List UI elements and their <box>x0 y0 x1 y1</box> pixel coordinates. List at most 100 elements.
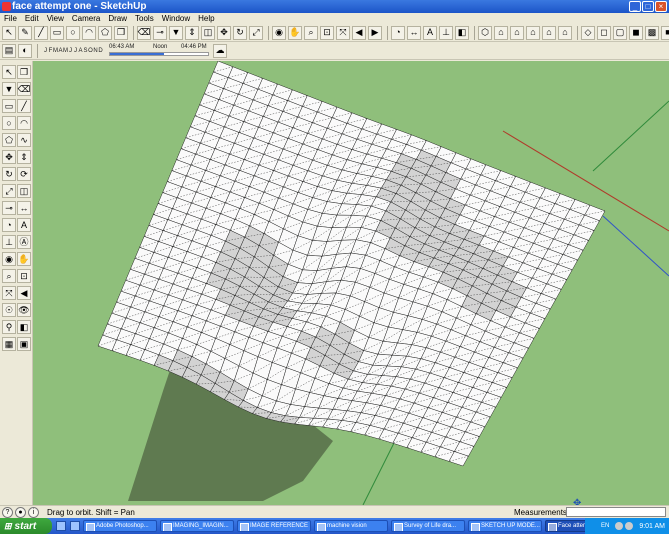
circle-icon[interactable]: ○ <box>66 25 80 40</box>
menu-camera[interactable]: Camera <box>68 14 104 23</box>
protractor-icon[interactable]: ◔ <box>391 25 405 40</box>
3d-text-icon[interactable]: Ⓐ <box>17 235 31 249</box>
axes-icon[interactable]: ⊥ <box>439 25 453 40</box>
monochrome-icon[interactable]: ■ <box>661 25 669 40</box>
language-indicator[interactable]: EN <box>601 523 609 529</box>
orbit-icon[interactable]: ◉ <box>272 25 286 40</box>
quick-launch-desktop-icon[interactable] <box>70 521 80 531</box>
zoom-window-icon[interactable]: ⊡ <box>320 25 334 40</box>
month-12[interactable]: D <box>98 48 103 54</box>
dimension-icon[interactable]: ↔ <box>17 201 31 215</box>
push-pull-icon[interactable]: ⇕ <box>185 25 199 40</box>
make-component-icon[interactable]: ❒ <box>17 65 31 79</box>
maximize-button[interactable]: □ <box>642 1 654 12</box>
menu-edit[interactable]: Edit <box>21 14 43 23</box>
dimension-icon[interactable]: ↔ <box>407 25 421 40</box>
make-component-icon[interactable]: ❒ <box>114 25 128 40</box>
arc-icon[interactable]: ◠ <box>82 25 96 40</box>
text-icon[interactable]: A <box>423 25 437 40</box>
position-camera-icon[interactable]: ☉ <box>2 303 16 317</box>
close-button[interactable]: × <box>655 1 667 12</box>
zoom-extents-icon[interactable]: ⤧ <box>336 25 350 40</box>
taskbar-task[interactable]: IMAGING_IMAGIN... <box>160 520 234 532</box>
3d-scene[interactable] <box>33 61 669 505</box>
line-icon[interactable]: ╱ <box>34 25 48 40</box>
line-icon[interactable]: ╱ <box>17 99 31 113</box>
zoom-extents-icon[interactable]: ⤧ <box>2 286 16 300</box>
menu-tools[interactable]: Tools <box>131 14 158 23</box>
rotate-icon[interactable]: ↻ <box>2 167 16 181</box>
pan-icon[interactable]: ✋ <box>288 25 302 40</box>
menu-draw[interactable]: Draw <box>104 14 131 23</box>
pencil-icon[interactable]: ✎ <box>18 25 32 40</box>
credits-icon[interactable]: i <box>28 507 39 518</box>
eraser-icon[interactable]: ⌫ <box>17 82 31 96</box>
front-view-icon[interactable]: ⌂ <box>510 25 524 40</box>
offset-icon[interactable]: ◫ <box>17 184 31 198</box>
shadow-time-slider[interactable]: 06:43 AM Noon 04:46 PM <box>109 44 209 58</box>
section-plane-icon[interactable]: ◧ <box>455 25 469 40</box>
hidden-line-icon[interactable]: ▢ <box>613 25 627 40</box>
offset-icon[interactable]: ◫ <box>201 25 215 40</box>
menu-help[interactable]: Help <box>194 14 218 23</box>
previous-view-icon[interactable]: ◀ <box>352 25 366 40</box>
menu-window[interactable]: Window <box>158 14 194 23</box>
right-view-icon[interactable]: ⌂ <box>526 25 540 40</box>
zoom-window-icon[interactable]: ⊡ <box>17 269 31 283</box>
polygon-icon[interactable]: ⬠ <box>2 133 16 147</box>
move-icon[interactable]: ✥ <box>2 150 16 164</box>
back-view-icon[interactable]: ⌂ <box>542 25 556 40</box>
polygon-icon[interactable]: ⬠ <box>98 25 112 40</box>
freehand-icon[interactable]: ∿ <box>17 133 31 147</box>
iso-view-icon[interactable]: ⬡ <box>478 25 492 40</box>
push-pull-icon[interactable]: ⇕ <box>17 150 31 164</box>
zoom-icon[interactable]: ⌕ <box>2 269 16 283</box>
section-plane-icon[interactable]: ◧ <box>17 320 31 334</box>
component-icon[interactable]: ▣ <box>17 337 31 351</box>
menu-view[interactable]: View <box>43 14 68 23</box>
drawing-viewport[interactable]: ✥ <box>33 61 669 505</box>
quick-launch-ie-icon[interactable] <box>56 521 66 531</box>
menu-file[interactable]: File <box>0 14 21 23</box>
pan-icon[interactable]: ✋ <box>17 252 31 266</box>
circle-icon[interactable]: ○ <box>2 116 16 130</box>
taskbar-task[interactable]: Adobe Photoshop... <box>83 520 157 532</box>
arc-icon[interactable]: ◠ <box>17 116 31 130</box>
move-icon[interactable]: ✥ <box>217 25 231 40</box>
rectangle-icon[interactable]: ▭ <box>50 25 64 40</box>
start-button[interactable]: ⊞ start <box>0 518 52 534</box>
wireframe-icon[interactable]: ◻ <box>597 25 611 40</box>
taskbar-task[interactable]: machine vision <box>314 520 388 532</box>
network-icon[interactable] <box>615 522 624 530</box>
taskbar-task[interactable]: Survey of Life dra... <box>391 520 465 532</box>
shadow-time-track[interactable] <box>109 51 209 56</box>
scale-icon[interactable]: ⤢ <box>2 184 16 198</box>
sandbox-icon[interactable]: ▦ <box>2 337 16 351</box>
paint-bucket-icon[interactable]: ▼ <box>169 25 183 40</box>
left-view-icon[interactable]: ⌂ <box>558 25 572 40</box>
xray-icon[interactable]: ◇ <box>581 25 595 40</box>
zoom-icon[interactable]: ⌕ <box>304 25 318 40</box>
rectangle-icon[interactable]: ▭ <box>2 99 16 113</box>
walk-icon[interactable]: ⚲ <box>2 320 16 334</box>
minimize-button[interactable]: _ <box>629 1 641 12</box>
axes-icon[interactable]: ⊥ <box>2 235 16 249</box>
help-info-icon[interactable]: ? <box>2 507 13 518</box>
text-icon[interactable]: A <box>17 218 31 232</box>
previous-icon[interactable]: ◀ <box>17 286 31 300</box>
shadow-month-selector[interactable]: JFMAMJJASOND <box>43 48 103 54</box>
scale-icon[interactable]: ⤢ <box>249 25 263 40</box>
shadows-toggle-icon[interactable]: ◐ <box>18 43 32 58</box>
select-icon[interactable]: ↖ <box>2 25 16 40</box>
paint-bucket-icon[interactable]: ▼ <box>2 82 16 96</box>
look-around-icon[interactable]: 👁 <box>17 303 31 317</box>
top-view-icon[interactable]: ⌂ <box>494 25 508 40</box>
shaded-texture-icon[interactable]: ▩ <box>645 25 659 40</box>
layers-icon[interactable]: ▤ <box>2 43 16 58</box>
tape-measure-icon[interactable]: ⊸ <box>153 25 167 40</box>
geo-location-icon[interactable]: ● <box>15 507 26 518</box>
next-view-icon[interactable]: ▶ <box>368 25 382 40</box>
rotate-icon[interactable]: ↻ <box>233 25 247 40</box>
follow-me-icon[interactable]: ⟳ <box>17 167 31 181</box>
fog-icon[interactable]: ☁ <box>213 43 227 58</box>
